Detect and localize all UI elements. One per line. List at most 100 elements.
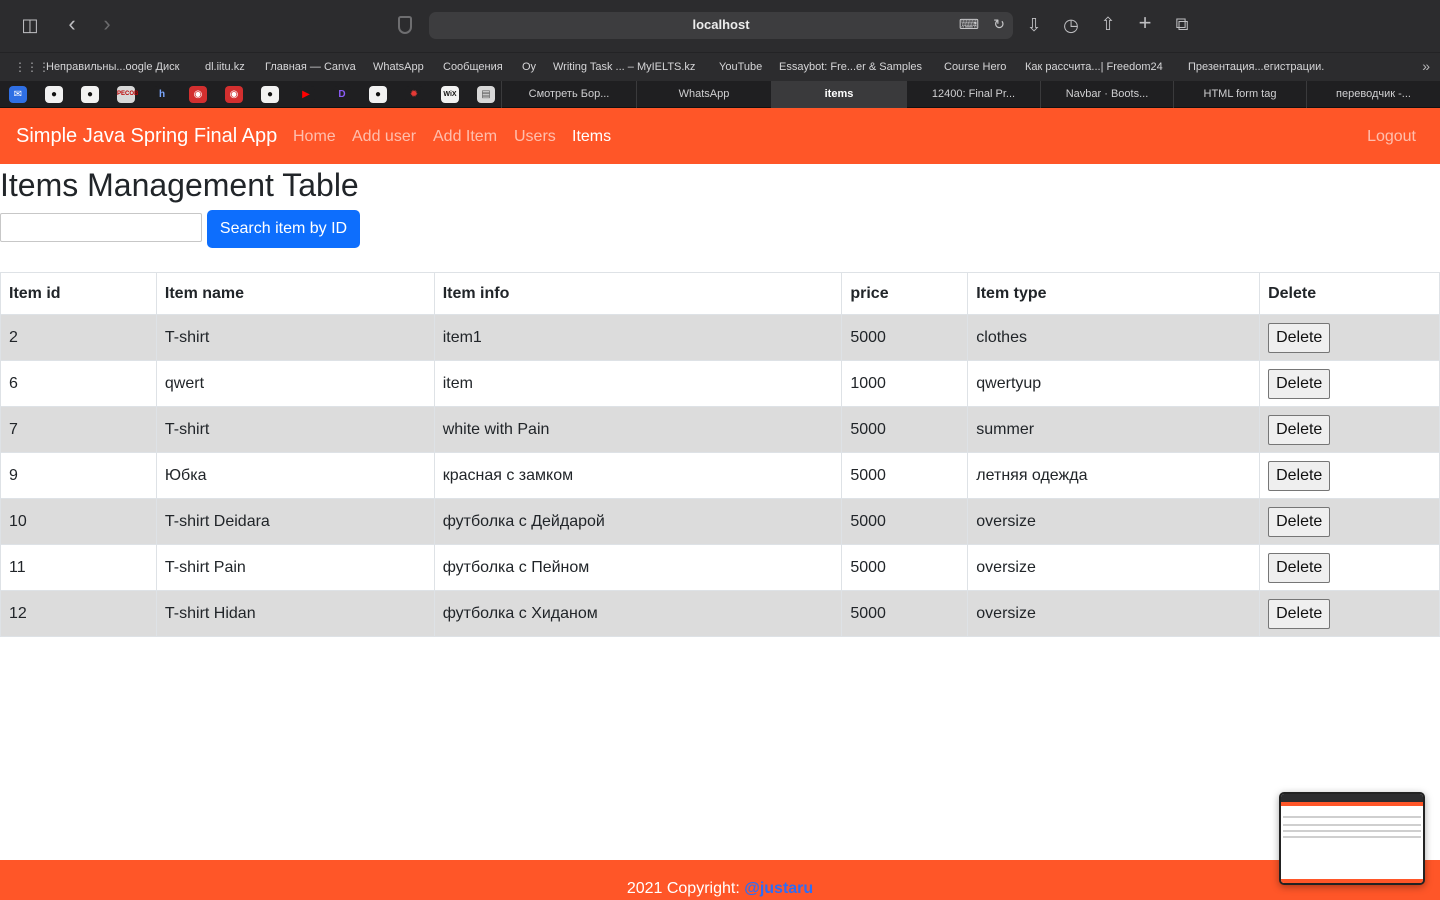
cell-item-name: T-shirt Deidara [155,498,435,545]
iitu-icon[interactable]: ◉ [189,86,207,103]
reload-icon[interactable]: ↻ [993,16,1005,33]
nav-link-items[interactable]: Items [572,128,611,146]
github-icon[interactable]: ● [369,86,387,103]
footer-author-link[interactable]: @justaru [744,880,813,897]
github-icon[interactable]: ● [81,86,99,103]
bookmark-item[interactable]: Неправильны...oogle Диск [46,61,179,73]
share-icon[interactable]: ⇧ [1096,14,1120,36]
delete-item-button[interactable]: Delete [1268,598,1331,629]
cell-delete: Delete [1259,406,1440,453]
h-icon[interactable]: h [153,86,171,103]
screenshot-thumbnail[interactable] [1279,792,1425,885]
tab-bar: ✉ ● ● PECOB h ◉ ◉ ● ▶ D ● ✹ WiX ▤ Смотре… [0,81,1440,108]
table-row: 12 T-shirt Hidan футболка с Хиданом 5000 ove… [0,590,1440,637]
spinner-icon[interactable]: ✹ [405,86,423,103]
search-item-button[interactable]: Search item by ID [207,210,360,248]
cell-delete: Delete [1259,544,1440,591]
bookmark-item[interactable]: Writing Task ... – MyIELTS.kz [553,61,695,73]
cell-item-info: item1 [433,314,843,361]
bookmark-item[interactable]: Презентация...егистрации. [1188,61,1324,73]
sidebar-toggle-icon[interactable]: ◫ [18,15,42,37]
bookmark-item[interactable]: Оу [522,61,536,73]
new-tab-icon[interactable]: + [1133,12,1157,35]
forward-icon[interactable]: › [95,13,119,36]
bookmark-item[interactable]: dl.iitu.kz [205,61,245,73]
page-title: Items Management Table [0,167,359,203]
nav-link-users[interactable]: Users [514,128,556,146]
d-icon[interactable]: D [333,86,351,103]
bookmarks-grid-icon[interactable]: ⋮⋮⋮ [14,60,50,74]
nav-link-add-item[interactable]: Add Item [433,128,497,146]
bookmark-item[interactable]: Как рассчита...| Freedom24 [1025,61,1163,73]
delete-item-button[interactable]: Delete [1268,322,1331,353]
table-header-row: Item id Item name Item info price Item t… [0,272,1440,315]
delete-item-button[interactable]: Delete [1268,506,1331,537]
delete-item-button[interactable]: Delete [1268,460,1331,491]
iitu-icon[interactable]: ◉ [225,86,243,103]
bookmark-item[interactable]: WhatsApp [373,61,424,73]
cell-item-name: Юбка [155,452,435,499]
cell-item-info: футболка с Дейдарой [433,498,843,545]
bookmark-item[interactable]: Essaybot: Fre...er & Samples [779,61,922,73]
delete-item-button[interactable]: Delete [1268,368,1331,399]
pecob-icon[interactable]: PECOB [117,86,138,103]
tab-overview-icon[interactable]: ⧉ [1170,14,1194,36]
nav-link-add-user[interactable]: Add user [352,128,416,146]
tab-items[interactable]: items [771,81,906,108]
thumb-footer [1281,879,1423,883]
cell-item-id: 11 [0,544,157,591]
github-icon[interactable]: ● [45,86,63,103]
history-icon[interactable]: ◷ [1059,15,1083,37]
cell-item-id: 9 [0,452,157,499]
downloads-icon[interactable]: ⇩ [1022,15,1046,37]
cell-item-type: летняя одежда [967,452,1261,499]
bookmarks-bar: ⋮⋮⋮ Неправильны...oogle Диск dl.iitu.kz … [0,52,1440,81]
cell-item-type: oversize [967,544,1261,591]
cell-price: 5000 [841,498,969,545]
cell-item-id: 6 [0,360,157,407]
item-id-search-input[interactable] [0,213,202,242]
delete-item-button[interactable]: Delete [1268,552,1331,583]
tab-navbar-bootstrap[interactable]: Navbar · Boots... [1040,81,1173,108]
delete-item-button[interactable]: Delete [1268,414,1331,445]
wix-icon[interactable]: WiX [441,86,459,103]
cell-item-info: красная с замком [433,452,843,499]
tab-html-form-tag[interactable]: HTML form tag [1173,81,1306,108]
translate-icon[interactable]: ⌨ [959,16,979,33]
table-row: 6 qwert item 1000 qwertyup Delete [0,360,1440,407]
thumb-row [1283,816,1421,818]
tab-whatsapp[interactable]: WhatsApp [636,81,771,108]
browser-toolbar: ◫ ‹ › localhost ⌨ ↻ ⇩ ◷ ⇧ + ⧉ [0,0,1440,52]
bookmarks-overflow-icon[interactable]: » [1422,58,1430,74]
nav-link-home[interactable]: Home [293,128,336,146]
github-icon[interactable]: ● [261,86,279,103]
column-header-item-info: Item info [433,272,843,315]
cell-price: 1000 [841,360,969,407]
column-header-delete: Delete [1259,272,1440,315]
cell-item-type: qwertyup [967,360,1261,407]
file-icon[interactable]: ▤ [477,86,495,103]
logout-link[interactable]: Logout [1367,128,1416,146]
bookmark-item[interactable]: Course Hero [944,61,1006,73]
cell-item-type: clothes [967,314,1261,361]
tab-translator[interactable]: переводчик -... [1306,81,1440,108]
table-row: 2 T-shirt item1 5000 clothes Delete [0,314,1440,361]
tab-final-project[interactable]: 12400: Final Pr... [906,81,1040,108]
footer-text: 2021 Copyright: [626,880,745,897]
brand-link[interactable]: Simple Java Spring Final App [16,125,277,148]
youtube-icon[interactable]: ▶ [297,86,315,103]
cell-delete: Delete [1259,360,1440,407]
column-header-price: price [841,272,969,315]
cell-item-name: T-shirt [155,314,435,361]
address-bar[interactable]: localhost ⌨ ↻ [429,12,1013,39]
back-icon[interactable]: ‹ [60,13,84,36]
mail-icon[interactable]: ✉ [9,86,27,103]
bookmark-item[interactable]: Главная — Canva [265,61,356,73]
table-row: 7 T-shirt white with Pain 5000 summer Delete [0,406,1440,453]
cell-item-type: summer [967,406,1261,453]
items-table: Item id Item name Item info price Item t… [0,272,1440,637]
bookmark-item[interactable]: YouTube [719,61,762,73]
privacy-shield-icon[interactable] [398,16,412,34]
bookmark-item[interactable]: Сообщения [443,61,503,73]
tab-smotret[interactable]: Смотреть Бор... [501,81,636,108]
